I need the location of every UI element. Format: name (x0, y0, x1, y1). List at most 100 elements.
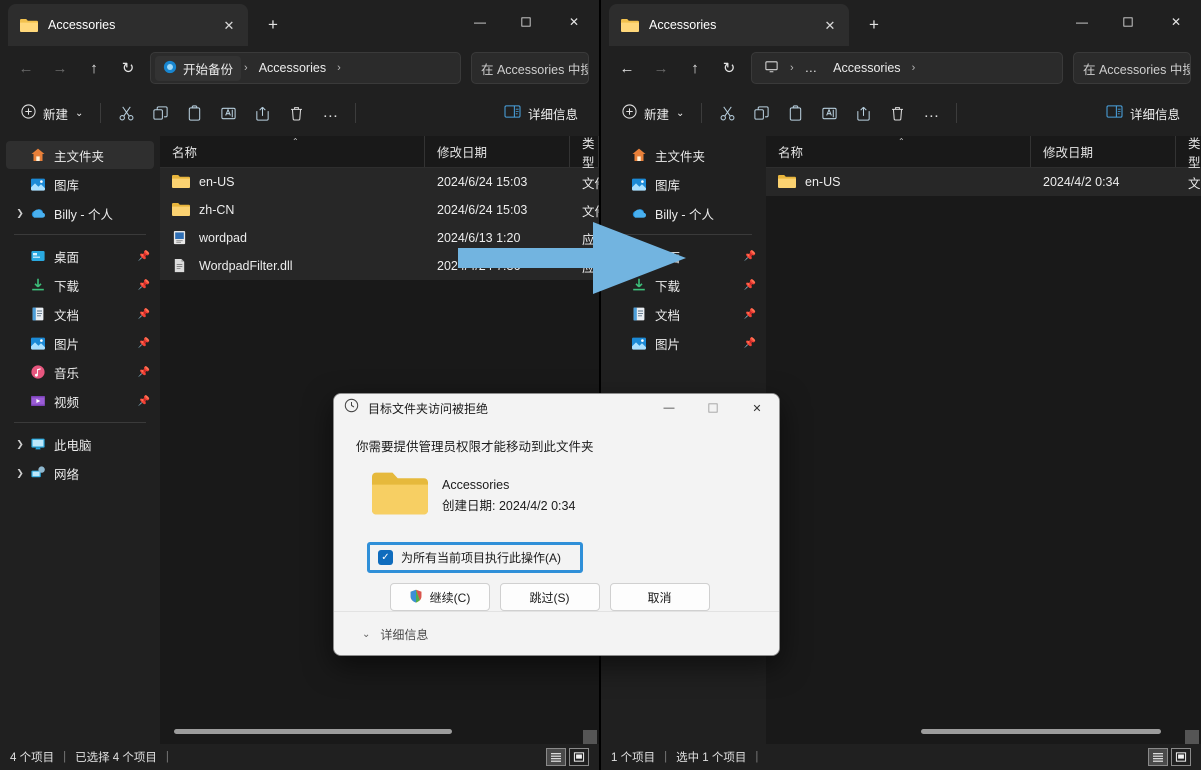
details-view-button[interactable] (1148, 748, 1168, 766)
details-pane-button[interactable]: 详细信息 (1097, 98, 1189, 129)
horizontal-scrollbar-left[interactable] (160, 726, 599, 736)
continue-button[interactable]: 继续(C) (390, 583, 490, 611)
minimize-button[interactable]: — (457, 0, 503, 44)
sidebar-item-documents[interactable]: 文档 📌 (6, 300, 154, 328)
sidebar-item-onedrive[interactable]: ❯ Billy - 个人 (6, 199, 154, 227)
large-icons-view-button[interactable] (1171, 748, 1191, 766)
column-header-type[interactable]: 类型 (570, 136, 599, 167)
minimize-button[interactable]: — (1059, 0, 1105, 44)
skip-button[interactable]: 跳过(S) (500, 583, 600, 611)
cancel-button[interactable]: 取消 (610, 583, 710, 611)
sidebar-item-documents[interactable]: 文档 📌 (607, 300, 760, 328)
pin-icon[interactable]: 📌 (740, 309, 760, 320)
table-row[interactable]: en-US 2024/6/24 15:03 文件夹 (160, 168, 599, 196)
sidebar-item-pictures[interactable]: 图片 📌 (6, 329, 154, 357)
back-button[interactable]: ← (611, 52, 643, 84)
table-row[interactable]: WordpadFilter.dll 2024/4/24 7:36 应用程序 (160, 252, 599, 280)
do-for-all-checkbox-highlight[interactable]: ✓ 为所有当前项目执行此操作(A) (367, 542, 583, 573)
rename-icon[interactable] (211, 97, 245, 129)
new-button[interactable]: 新建 ⌄ (613, 98, 693, 129)
cut-icon[interactable] (710, 97, 744, 129)
breadcrumb-right[interactable]: › … Accessories › (751, 52, 1063, 84)
tab-accessories-left[interactable]: Accessories ✕ (8, 4, 248, 46)
more-options-icon[interactable]: … (313, 97, 347, 129)
breadcrumb-item-accessories[interactable]: Accessories (825, 58, 908, 78)
sidebar-item-music[interactable]: 音乐 📌 (6, 358, 154, 386)
breadcrumb-item-backup[interactable]: 开始备份 (155, 56, 241, 81)
refresh-button[interactable]: ↻ (112, 52, 144, 84)
share-icon[interactable] (846, 97, 880, 129)
rename-icon[interactable] (812, 97, 846, 129)
dialog-footer[interactable]: ⌄ 详细信息 (334, 611, 779, 656)
pin-icon[interactable]: 📌 (134, 338, 154, 349)
copy-icon[interactable] (143, 97, 177, 129)
column-header-name[interactable]: 名称 ⌃ (160, 136, 425, 167)
pin-icon[interactable]: 📌 (740, 280, 760, 291)
forward-button[interactable]: → (645, 52, 677, 84)
column-header-date[interactable]: 修改日期 (1031, 136, 1176, 167)
sidebar-item-desktop[interactable]: 桌面 📌 (607, 242, 760, 270)
pin-icon[interactable]: 📌 (740, 251, 760, 262)
dialog-close-button[interactable]: ✕ (735, 394, 779, 422)
pin-icon[interactable]: 📌 (134, 280, 154, 291)
sidebar-left[interactable]: 主文件夹 图库 ❯ Billy - 个人 (0, 136, 160, 744)
up-button[interactable]: ↑ (679, 52, 711, 84)
sidebar-item-videos[interactable]: 视频 📌 (6, 387, 154, 415)
cut-icon[interactable] (109, 97, 143, 129)
sidebar-item-this-pc[interactable]: ❯ 此电脑 (6, 430, 154, 458)
scrollbar-thumb[interactable] (921, 729, 1161, 734)
pin-icon[interactable]: 📌 (134, 367, 154, 378)
table-row[interactable]: en-US 2024/4/2 0:34 文件夹 (766, 168, 1201, 196)
breadcrumb-overflow[interactable]: … (797, 58, 826, 78)
paste-icon[interactable] (177, 97, 211, 129)
details-pane-button[interactable]: 详细信息 (495, 98, 587, 129)
tab-close-icon[interactable]: ✕ (817, 12, 843, 38)
close-button[interactable]: ✕ (1151, 0, 1201, 44)
more-options-icon[interactable]: … (914, 97, 948, 129)
refresh-button[interactable]: ↻ (713, 52, 745, 84)
horizontal-scrollbar-right[interactable] (766, 726, 1201, 736)
search-input-left[interactable]: 在 Accessories 中搜索 (471, 52, 589, 84)
sidebar-item-desktop[interactable]: 桌面 📌 (6, 242, 154, 270)
sidebar-item-gallery[interactable]: 图库 (607, 170, 760, 198)
maximize-button[interactable] (1105, 0, 1151, 44)
column-header-date[interactable]: 修改日期 (425, 136, 570, 167)
pin-icon[interactable]: 📌 (134, 251, 154, 262)
sidebar-item-downloads[interactable]: 下载 📌 (6, 271, 154, 299)
delete-icon[interactable] (279, 97, 313, 129)
sidebar-item-onedrive[interactable]: Billy - 个人 (607, 199, 760, 227)
copy-icon[interactable] (744, 97, 778, 129)
pin-icon[interactable]: 📌 (740, 338, 760, 349)
forward-button[interactable]: → (44, 52, 76, 84)
new-tab-button[interactable]: + (258, 10, 288, 38)
chevron-right-icon[interactable]: ❯ (12, 468, 28, 479)
paste-icon[interactable] (778, 97, 812, 129)
breadcrumb-item-accessories[interactable]: Accessories (251, 58, 334, 78)
sidebar-item-downloads[interactable]: 下载 📌 (607, 271, 760, 299)
chevron-right-icon[interactable]: ❯ (12, 439, 28, 450)
column-header-name[interactable]: 名称 ⌃ (766, 136, 1031, 167)
dialog-minimize-button[interactable]: — (647, 394, 691, 422)
checkbox[interactable]: ✓ (378, 550, 393, 565)
sidebar-item-home[interactable]: 主文件夹 (6, 141, 154, 169)
large-icons-view-button[interactable] (569, 748, 589, 766)
pin-icon[interactable]: 📌 (134, 309, 154, 320)
sidebar-item-pictures[interactable]: 图片 📌 (607, 329, 760, 357)
sidebar-item-network[interactable]: ❯ 网络 (6, 459, 154, 487)
scrollbar-thumb[interactable] (174, 729, 452, 734)
new-tab-button[interactable]: + (859, 10, 889, 38)
chevron-right-icon[interactable]: ❯ (12, 208, 28, 219)
details-view-button[interactable] (546, 748, 566, 766)
tab-close-icon[interactable]: ✕ (216, 12, 242, 38)
resize-grip[interactable] (1185, 730, 1199, 744)
delete-icon[interactable] (880, 97, 914, 129)
search-input-right[interactable]: 在 Accessories 中搜索 (1073, 52, 1191, 84)
up-button[interactable]: ↑ (78, 52, 110, 84)
back-button[interactable]: ← (10, 52, 42, 84)
resize-grip[interactable] (583, 730, 597, 744)
maximize-button[interactable] (503, 0, 549, 44)
access-denied-dialog[interactable]: 目标文件夹访问被拒绝 — ✕ 你需要提供管理员权限才能移动到此文件夹 Acces… (333, 393, 780, 656)
breadcrumb-item-this-pc[interactable] (756, 56, 787, 80)
dialog-maximize-button[interactable] (691, 394, 735, 422)
tab-accessories-right[interactable]: Accessories ✕ (609, 4, 849, 46)
